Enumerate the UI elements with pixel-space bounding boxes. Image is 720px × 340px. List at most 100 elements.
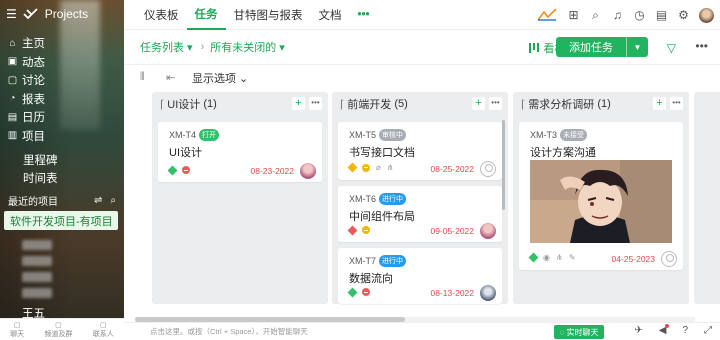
blurred-project[interactable] <box>22 272 52 282</box>
status-badge: 进行中 <box>379 255 406 267</box>
bell-icon[interactable]: ♫ <box>611 8 624 22</box>
chat-icon: ▢ <box>13 322 21 329</box>
fullscreen-icon[interactable]: ⤢ <box>704 325 712 336</box>
subtask-icon: ⋔ <box>555 253 563 262</box>
column-header: ⌈ 前端开发 (5) + ••• <box>332 92 508 116</box>
status-circle-icon <box>362 288 370 296</box>
kanban-column-partial <box>694 92 720 304</box>
priority-icon <box>347 287 358 297</box>
more-tabs-button[interactable]: ••• <box>350 0 378 30</box>
filter-dropdown[interactable]: 所有未关闭的 ▾ <box>210 39 285 55</box>
avatar[interactable] <box>480 285 496 301</box>
due-date: 08-25-2022 <box>430 164 474 174</box>
display-options-dropdown[interactable]: 显示选项 ⌄ <box>192 70 248 86</box>
collapse-column-icon[interactable]: ⌈ <box>340 98 344 111</box>
task-title: 设计方案沟通 <box>530 147 596 159</box>
blurred-project[interactable] <box>22 288 52 298</box>
store-icon[interactable]: ▤ <box>655 8 668 22</box>
add-card-button[interactable]: + <box>472 97 485 110</box>
home-icon: ⌂ <box>9 37 16 49</box>
column-menu-button[interactable]: ••• <box>670 97 683 110</box>
nav-report[interactable]: ◔ 报表 <box>0 90 124 109</box>
task-card[interactable]: XM-T7 进行中 数据流向 08-13-2022 <box>338 248 502 304</box>
nav-timesheet[interactable]: 时间表 <box>0 169 124 187</box>
column-settings-icon[interactable]: ⫴ <box>140 71 152 84</box>
more-options-icon[interactable]: ••• <box>695 39 708 53</box>
due-date: 08-13-2022 <box>430 288 474 298</box>
chat-icon: ◌ <box>559 327 565 337</box>
status-circle-icon <box>362 163 370 172</box>
nav-home[interactable]: ⌂ 主页 <box>0 34 124 53</box>
collapse-column-icon[interactable]: ⌈ <box>160 98 164 111</box>
chat-tab[interactable]: ▢ 聊天 <box>10 321 24 339</box>
anime-character-illustration <box>530 160 672 243</box>
tab-gantt[interactable]: 甘特图与报表 <box>226 0 311 30</box>
column-scrollbar[interactable] <box>502 120 505 210</box>
tab-dashboard[interactable]: 仪表板 <box>136 0 187 30</box>
active-project[interactable]: 软件开发项目-有项目 <box>4 211 118 230</box>
status-circle-icon <box>182 166 190 174</box>
chevron-right-icon: › <box>200 41 205 53</box>
task-title: UI设计 <box>169 147 202 159</box>
column-menu-button[interactable]: ••• <box>309 97 322 110</box>
avatar[interactable] <box>300 163 316 179</box>
add-task-button[interactable]: 添加任务 ▼ <box>556 37 648 57</box>
add-card-button[interactable]: + <box>653 97 666 110</box>
recent-projects-header: 最近的项目 ⇌ ⌕ <box>8 194 116 208</box>
task-card[interactable]: XM-T3 未接受 设计方案沟通 ◉ ⋔ ✎ 04-25-2023 <box>519 122 683 270</box>
live-chat-button[interactable]: ◌ 实时聊天 <box>554 325 604 339</box>
nav-milestone[interactable]: 里程碑 <box>0 151 124 169</box>
task-list-dropdown[interactable]: 任务列表 ▾ <box>124 39 193 55</box>
filter-icon[interactable]: ▽ <box>667 41 676 55</box>
kanban-column: ⌈ 前端开发 (5) + ••• XM-T5 审核中 书写接口文档 ⌀ ⋔ 08-25… <box>332 92 508 304</box>
avatar[interactable] <box>699 7 714 23</box>
avatar[interactable] <box>661 251 677 267</box>
add-icon[interactable]: ⊞ <box>567 8 580 22</box>
collapse-icon[interactable]: ⇤ <box>166 71 178 84</box>
menu-icon[interactable]: ☰ <box>6 7 17 21</box>
filter-settings-icon[interactable]: ⇌ <box>94 195 102 206</box>
search-icon[interactable]: ⌕ <box>110 195 116 206</box>
calendar-icon: ▤ <box>7 111 18 123</box>
task-card[interactable]: XM-T4 打开 UI设计 08-23-2022 <box>158 122 322 182</box>
top-nav: 仪表板 任务 甘特图与报表 文档 ••• ⊞ ⌕ ♫ ◷ ▤ ⚙ <box>124 0 720 30</box>
kanban-column: ⌈ 需求分析调研 (1) + ••• XM-T3 未接受 设计方案沟通 ◉ ⋔ … <box>513 92 689 304</box>
blurred-project[interactable] <box>22 240 52 250</box>
status-badge: 进行中 <box>379 193 406 205</box>
task-id: XM-T4 <box>169 130 196 140</box>
task-card[interactable]: XM-T5 审核中 书写接口文档 ⌀ ⋔ 08-25-2022 <box>338 122 502 180</box>
avatar[interactable] <box>480 223 496 239</box>
sidebar-bottom-bar: ▢ 聊天 ▢ 频道及群 ▢ 联系人 <box>0 318 124 340</box>
add-card-button[interactable]: + <box>292 97 305 110</box>
collapse-column-icon[interactable]: ⌈ <box>521 98 525 111</box>
chevron-down-icon[interactable]: ▼ <box>626 37 648 57</box>
pin-icon[interactable]: ✈ <box>634 325 642 336</box>
discussion-icon: ▢ <box>7 74 18 86</box>
edit-icon: ✎ <box>568 253 576 262</box>
column-header: ⌈ UI设计 (1) + ••• <box>152 92 328 116</box>
tab-docs[interactable]: 文档 <box>311 0 350 30</box>
nav-discussion[interactable]: ▢ 讨论 <box>0 71 124 90</box>
channels-tab[interactable]: ▢ 频道及群 <box>44 321 72 339</box>
sidebar: ☰ Projects ⌂ 主页 ▣ 动态 ▢ 讨论 ◔ 报表 ▤ 日历 ▥ 项目 里程碑 时… <box>0 0 124 340</box>
column-menu-button[interactable]: ••• <box>489 97 502 110</box>
priority-icon <box>167 165 178 175</box>
search-icon[interactable]: ⌕ <box>589 8 602 22</box>
gear-icon[interactable]: ⚙ <box>677 8 690 22</box>
avatar[interactable] <box>480 161 496 177</box>
board-toolbar: ⫴ ⇤ 显示选项 ⌄ <box>124 64 720 90</box>
contacts-tab[interactable]: ▢ 联系人 <box>93 321 114 339</box>
help-icon[interactable]: ? <box>682 325 688 336</box>
task-card[interactable]: XM-T6 进行中 中间组件布局 09-05-2022 <box>338 186 502 242</box>
nav-calendar[interactable]: ▤ 日历 <box>0 108 124 127</box>
due-date: 08-23-2022 <box>250 166 294 176</box>
blurred-project[interactable] <box>22 256 52 266</box>
card-cover-image <box>530 160 672 243</box>
tab-tasks[interactable]: 任务 <box>186 0 226 30</box>
nav-activity[interactable]: ▣ 动态 <box>0 53 124 72</box>
chat-hint[interactable]: 点击这里。或按（Ctrl + Space），开始智能聊天 <box>150 326 308 337</box>
notification-icon[interactable]: ◀ <box>659 324 670 336</box>
timer-icon[interactable]: ◷ <box>633 8 646 22</box>
nav-project[interactable]: ▥ 项目 <box>0 127 124 146</box>
column-header: ⌈ 需求分析调研 (1) + ••• <box>513 92 689 116</box>
